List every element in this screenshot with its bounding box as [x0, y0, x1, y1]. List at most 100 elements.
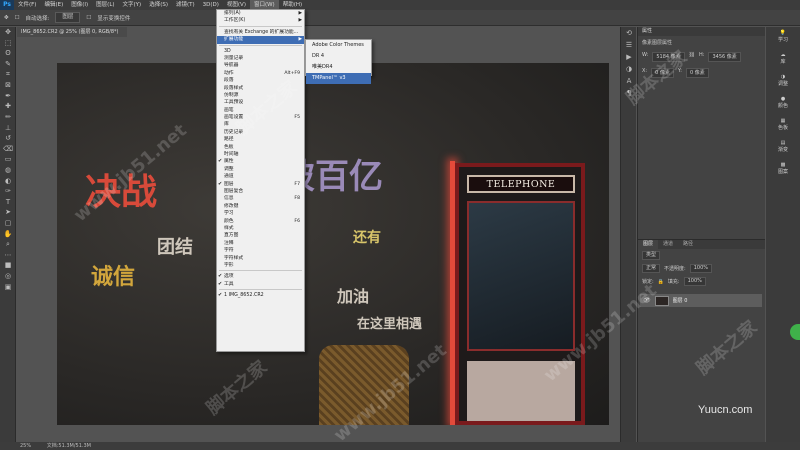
extension-menu-item[interactable]: Adobe Color Themes: [306, 40, 371, 51]
floating-assist-button[interactable]: [790, 324, 800, 340]
more-tools-icon[interactable]: ⋯: [0, 249, 16, 260]
window-menu-item[interactable]: 时间轴: [217, 151, 304, 158]
hand-tool-icon[interactable]: ✋: [0, 228, 16, 239]
layer-filter-dropdown[interactable]: 类型: [642, 251, 661, 260]
healing-tool-icon[interactable]: ✚: [0, 101, 16, 112]
extension-menu-item[interactable]: TMPanel™ v3: [306, 73, 371, 84]
autoselect-dropdown[interactable]: 图层: [55, 12, 81, 23]
window-menu-item[interactable]: 画笔: [217, 107, 304, 114]
stamp-tool-icon[interactable]: ⊥: [0, 122, 16, 133]
x-field[interactable]: 0 像素: [651, 68, 674, 78]
canvas-area[interactable]: 决战 势破百亿 诚信 团结 加油 在这里相遇 还有 TELEPHONE: [17, 37, 619, 441]
brush-tool-icon[interactable]: ✏: [0, 112, 16, 123]
window-menu-item[interactable]: 色板: [217, 144, 304, 151]
window-menu-item[interactable]: 段落样式: [217, 85, 304, 92]
marquee-tool-icon[interactable]: ⬚: [0, 38, 16, 49]
y-field[interactable]: 0 像素: [685, 68, 709, 78]
window-menu-item[interactable]: 工具 ✔: [217, 281, 304, 288]
color-swatch-icon[interactable]: ■: [0, 260, 16, 271]
window-menu-item[interactable]: 排列(A) ▶: [217, 10, 304, 17]
window-menu-item[interactable]: 样式: [217, 225, 304, 232]
type-tool-icon[interactable]: T: [0, 197, 16, 208]
window-menu-item[interactable]: 库: [217, 121, 304, 128]
lock-icon[interactable]: 🔒: [658, 279, 664, 285]
window-menu-item[interactable]: 字符: [217, 247, 304, 254]
window-menu-item[interactable]: 画笔设置 F5: [217, 114, 304, 121]
window-menu-item[interactable]: 历史记录: [217, 129, 304, 136]
window-menu-item[interactable]: 选项 ✔: [217, 273, 304, 280]
window-menu-item[interactable]: 1 IMG_8652.CR2 ✔: [217, 292, 304, 299]
blur-tool-icon[interactable]: ◍: [0, 165, 16, 176]
window-menu-item[interactable]: 学习: [217, 210, 304, 217]
eraser-tool-icon[interactable]: ⌫: [0, 144, 16, 155]
menu-item[interactable]: 选择(S): [145, 0, 172, 10]
fill-field[interactable]: 100%: [683, 277, 706, 286]
quick-mask-icon[interactable]: ◎: [0, 271, 16, 282]
window-menu-item[interactable]: 字形: [217, 262, 304, 269]
side-panel-item[interactable]: ● 颜色: [766, 93, 800, 115]
extension-menu-item[interactable]: 唯美DR4: [306, 62, 371, 73]
window-menu-item[interactable]: 3D: [217, 48, 304, 55]
lasso-tool-icon[interactable]: ʘ: [0, 48, 16, 59]
character-panel-icon[interactable]: A: [621, 75, 637, 87]
window-menu-item[interactable]: 扩展功能 ▶: [217, 36, 304, 44]
rectangle-tool-icon[interactable]: ▢: [0, 218, 16, 229]
frame-tool-icon[interactable]: ⊠: [0, 80, 16, 91]
menu-item[interactable]: 编辑(E): [40, 0, 67, 10]
window-menu-item[interactable]: 直方图: [217, 232, 304, 239]
history-brush-icon[interactable]: ↺: [0, 133, 16, 144]
window-menu-item[interactable]: 信息 F8: [217, 195, 304, 202]
visibility-eye-icon[interactable]: 👁: [643, 297, 651, 304]
layer-row[interactable]: 👁 图层 0: [640, 294, 762, 307]
move-tool-icon[interactable]: ✥: [0, 27, 16, 38]
menu-item[interactable]: 文字(Y): [119, 0, 146, 10]
tab-paths[interactable]: 路径: [678, 240, 698, 249]
width-field[interactable]: 5184 像素: [652, 52, 685, 62]
extension-menu-item[interactable]: DR 4: [306, 51, 371, 62]
tab-channels[interactable]: 通道: [658, 240, 678, 249]
actions-panel-icon[interactable]: ▶: [621, 51, 637, 63]
window-menu-item[interactable]: 属性 ✔: [217, 158, 304, 165]
window-menu-item[interactable]: 通道: [217, 173, 304, 180]
menu-item[interactable]: 文件(F): [14, 0, 40, 10]
window-menu-item[interactable]: 注释: [217, 240, 304, 247]
window-menu-item[interactable]: 工具预设: [217, 99, 304, 106]
menu-item[interactable]: 图层(L): [92, 0, 118, 10]
tab-layers[interactable]: 图层: [638, 240, 659, 249]
paragraph-panel-icon[interactable]: ¶: [621, 87, 637, 99]
screen-mode-icon[interactable]: ▣: [0, 281, 16, 292]
window-menu-item[interactable]: 颜色 F6: [217, 218, 304, 225]
height-field[interactable]: 3456 像素: [708, 52, 741, 62]
side-panel-item[interactable]: ▩ 图案: [766, 159, 800, 181]
window-menu-item[interactable]: 路径: [217, 136, 304, 143]
document-tab[interactable]: IMG_8652.CR2 @ 25% (图层 0, RGB/8*): [17, 27, 127, 37]
window-menu-item[interactable]: 导航器: [217, 62, 304, 69]
crop-tool-icon[interactable]: ⌗: [0, 69, 16, 80]
path-select-tool-icon[interactable]: ➤: [0, 207, 16, 218]
window-menu-item[interactable]: 调整: [217, 166, 304, 173]
adjust-panel-icon[interactable]: ◑: [621, 63, 637, 75]
window-menu-item[interactable]: 动作 Alt+F9: [217, 70, 304, 77]
move-tool-icon[interactable]: ✥: [4, 15, 9, 21]
side-panel-item[interactable]: ◑ 调整: [766, 71, 800, 93]
menu-item[interactable]: 图像(I): [67, 0, 92, 10]
link-icon[interactable]: ⛓: [689, 52, 695, 62]
pen-tool-icon[interactable]: ✑: [0, 186, 16, 197]
window-menu-item[interactable]: 修改键: [217, 203, 304, 210]
side-panel-item[interactable]: ▦ 色板: [766, 115, 800, 137]
side-panel-item[interactable]: 💡 学习: [766, 27, 800, 49]
gradient-tool-icon[interactable]: ▭: [0, 154, 16, 165]
window-menu-item[interactable]: 测量记录: [217, 55, 304, 62]
window-menu-item[interactable]: 图层复合: [217, 188, 304, 195]
properties-panel-icon[interactable]: ☰: [621, 39, 637, 51]
autoselect-checkbox[interactable]: ☐: [15, 15, 20, 21]
window-menu-item[interactable]: 工作区(K) ▶: [217, 17, 304, 24]
quick-select-tool-icon[interactable]: ✎: [0, 59, 16, 70]
window-menu-item[interactable]: 仿制源: [217, 92, 304, 99]
dodge-tool-icon[interactable]: ◐: [0, 175, 16, 186]
zoom-level[interactable]: 25%: [20, 443, 31, 449]
opacity-field[interactable]: 100%: [689, 264, 712, 273]
window-menu-item[interactable]: 查找有关 Exchange 的扩展功能...: [217, 29, 304, 36]
eyedropper-tool-icon[interactable]: ✒: [0, 91, 16, 102]
show-transform-checkbox[interactable]: ☐: [86, 15, 91, 21]
